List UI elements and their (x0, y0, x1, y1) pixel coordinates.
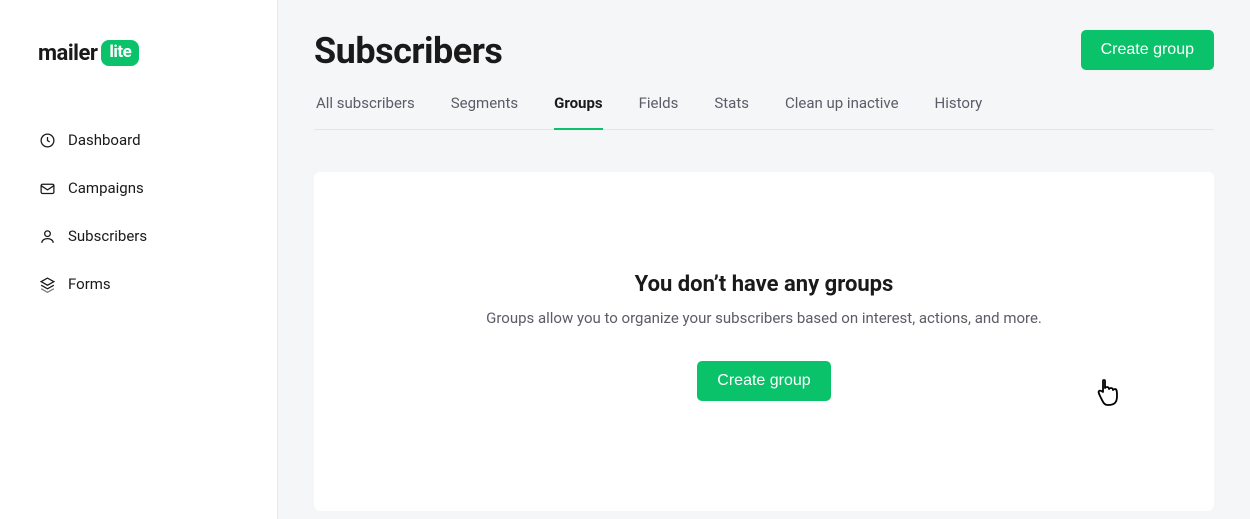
empty-state-title: You don’t have any groups (354, 272, 1174, 297)
envelope-icon (38, 179, 56, 197)
sidebar-item-forms[interactable]: Forms (0, 260, 277, 308)
tab-segments[interactable]: Segments (451, 84, 518, 130)
logo-text-mailer: mailer (38, 41, 97, 66)
create-group-button-empty[interactable]: Create group (697, 361, 830, 401)
sidebar-item-label: Forms (68, 275, 111, 293)
sidebar-nav: Dashboard Campaigns Subscribers Forms (0, 116, 277, 308)
sidebar-item-label: Dashboard (68, 131, 141, 149)
sidebar-item-label: Subscribers (68, 227, 147, 245)
page-header: Subscribers Create group (314, 30, 1214, 72)
sidebar: mailer lite Dashboard Campaigns Subscrib… (0, 0, 278, 519)
main-content: Subscribers Create group All subscribers… (278, 0, 1250, 519)
tab-all-subscribers[interactable]: All subscribers (316, 84, 415, 130)
sidebar-item-subscribers[interactable]: Subscribers (0, 212, 277, 260)
clock-icon (38, 131, 56, 149)
logo[interactable]: mailer lite (0, 40, 277, 116)
empty-state-description: Groups allow you to organize your subscr… (354, 309, 1174, 327)
page-title: Subscribers (314, 30, 502, 72)
tab-groups[interactable]: Groups (554, 84, 603, 130)
user-icon (38, 227, 56, 245)
sidebar-item-campaigns[interactable]: Campaigns (0, 164, 277, 212)
tabs: All subscribers Segments Groups Fields S… (314, 84, 1214, 130)
layers-icon (38, 275, 56, 293)
tab-clean-up-inactive[interactable]: Clean up inactive (785, 84, 899, 130)
tab-history[interactable]: History (935, 84, 983, 130)
create-group-button-header[interactable]: Create group (1081, 30, 1214, 70)
sidebar-item-dashboard[interactable]: Dashboard (0, 116, 277, 164)
logo-text-lite: lite (101, 40, 139, 66)
tab-stats[interactable]: Stats (714, 84, 749, 130)
sidebar-item-label: Campaigns (68, 179, 144, 197)
tab-fields[interactable]: Fields (639, 84, 679, 130)
empty-state-card: You don’t have any groups Groups allow y… (314, 172, 1214, 511)
